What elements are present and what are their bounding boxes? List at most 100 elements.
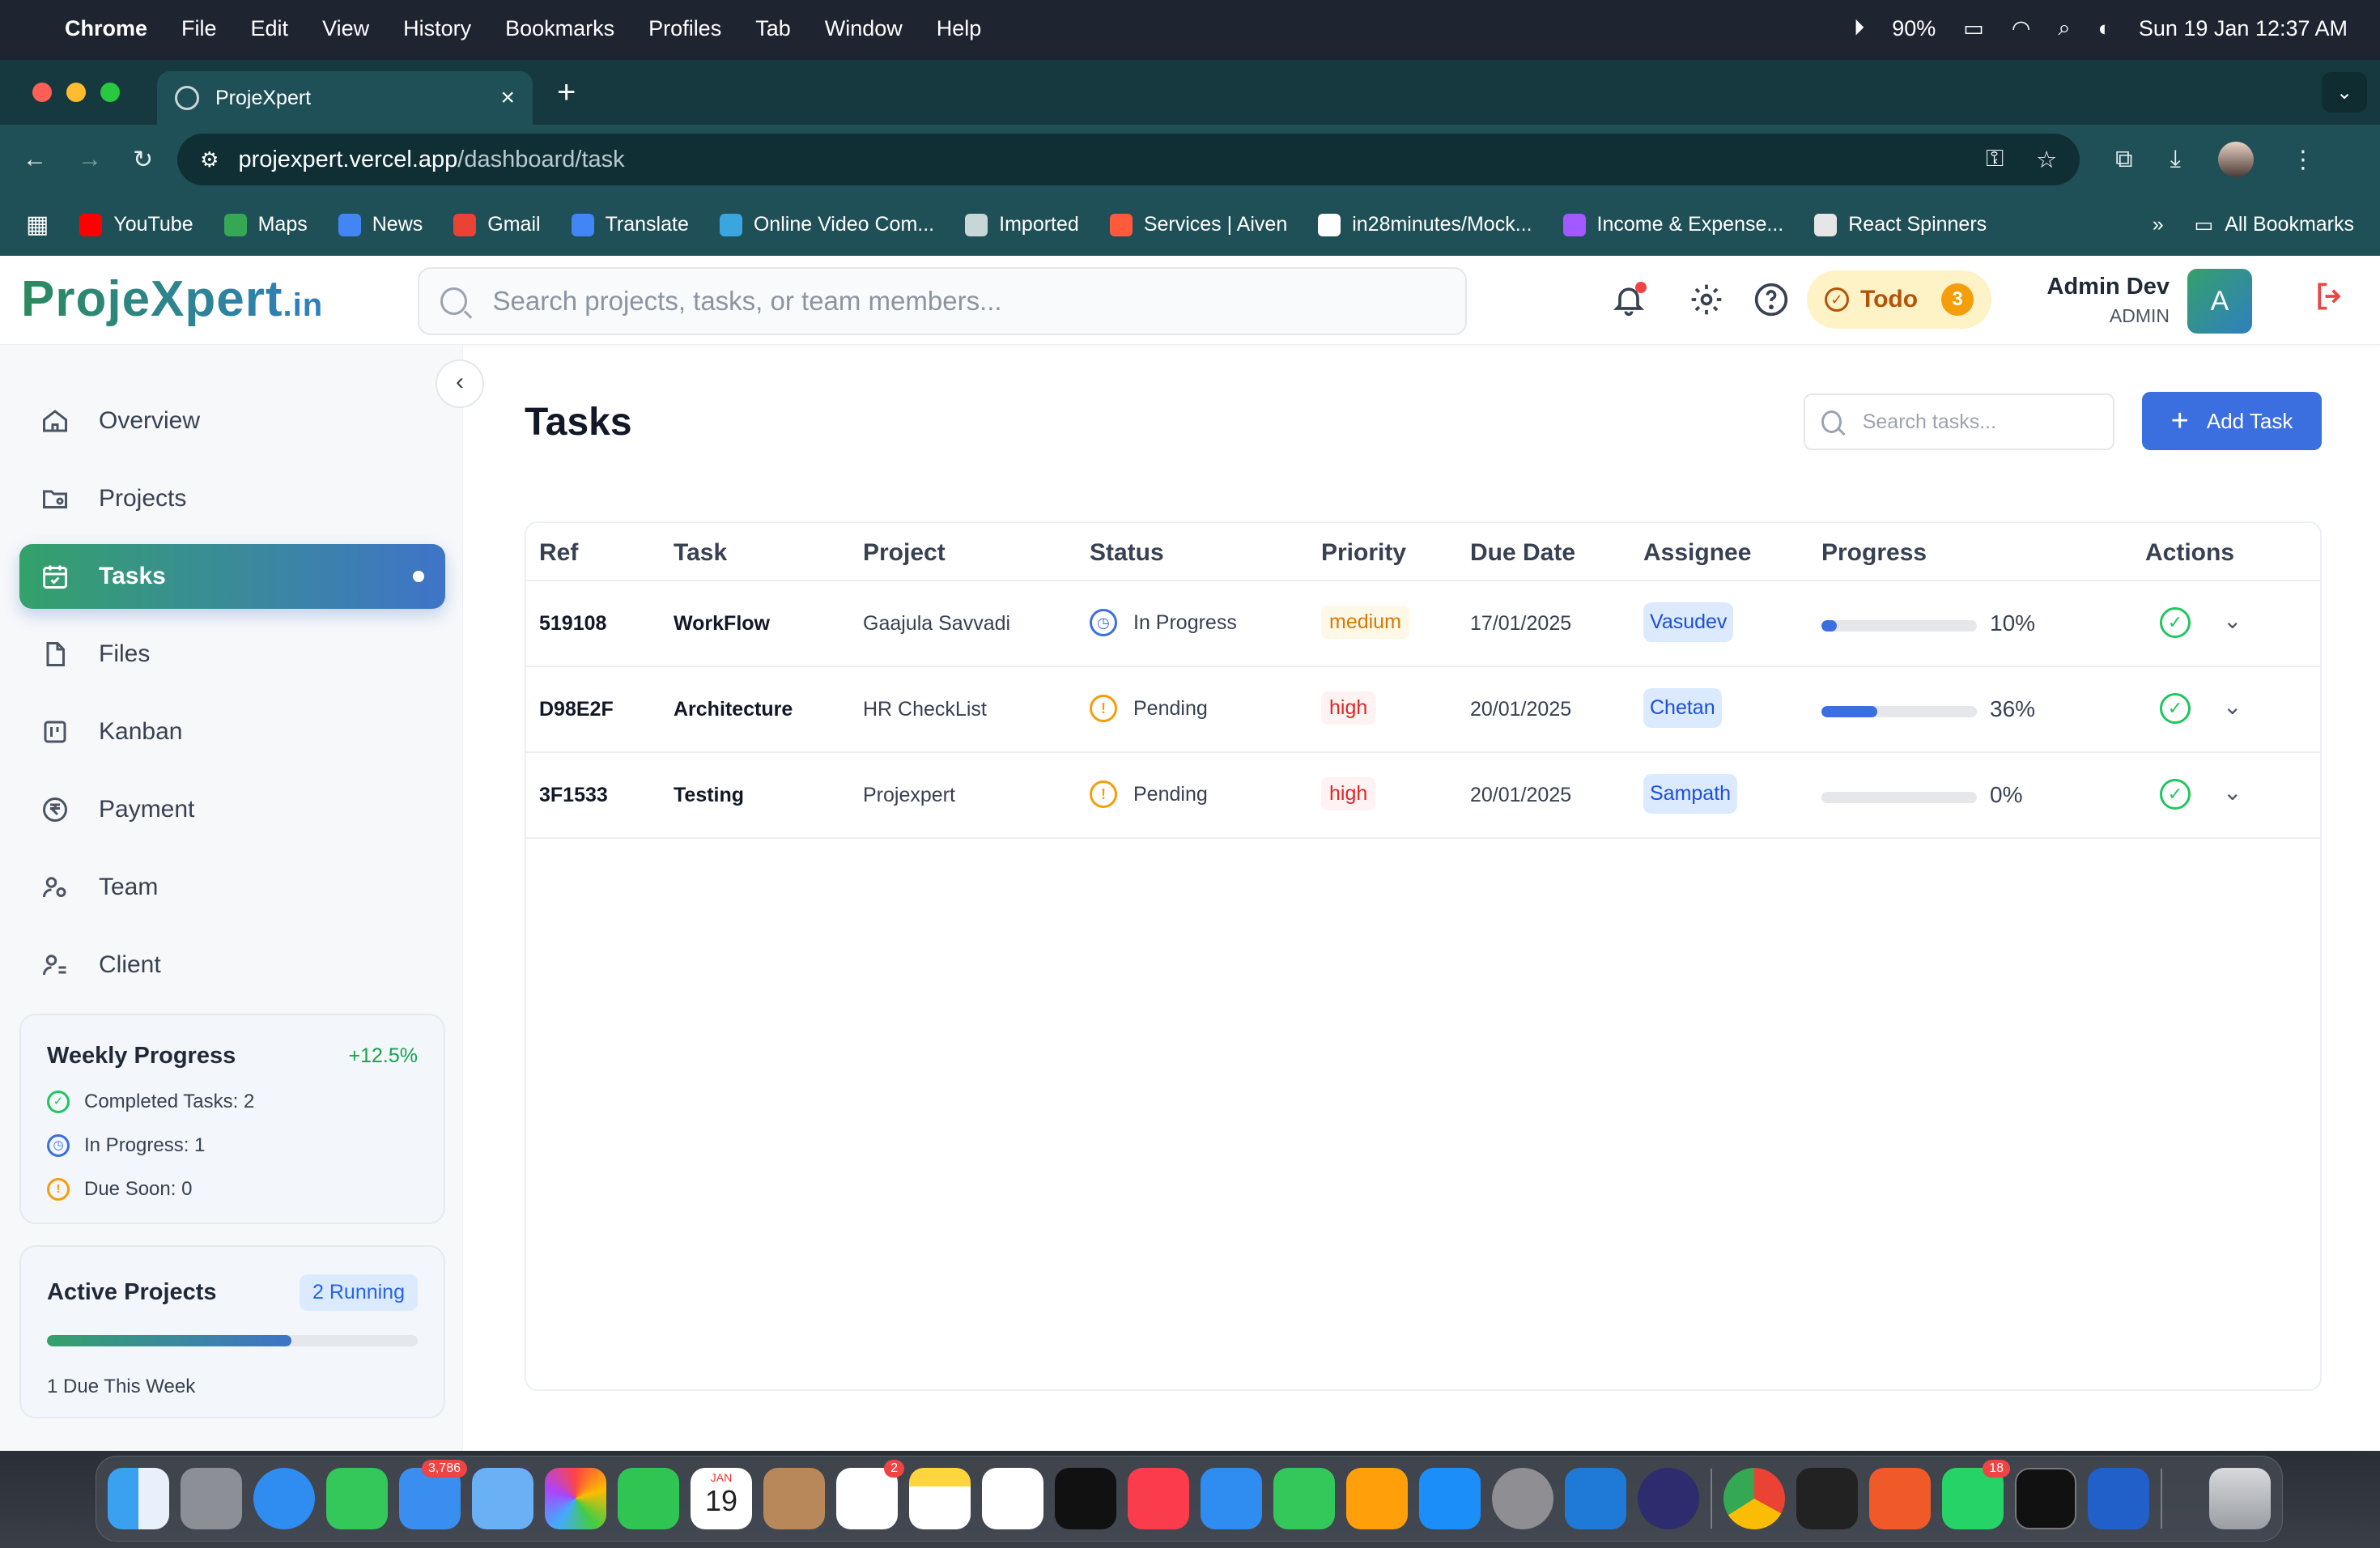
music-icon[interactable] <box>1128 1468 1189 1529</box>
messages-icon[interactable] <box>326 1468 388 1529</box>
settings-gear-icon[interactable] <box>1689 282 1724 317</box>
whatsapp-icon[interactable]: 18 <box>1942 1460 2010 1529</box>
col-status[interactable]: Status <box>1090 539 1164 567</box>
user-info[interactable]: Admin Dev ADMIN <box>2040 274 2170 327</box>
sidebar-item-kanban[interactable]: Kanban <box>19 700 445 764</box>
maps-app-icon[interactable] <box>472 1468 533 1529</box>
eclipse-icon[interactable] <box>1638 1468 1699 1529</box>
close-tab-icon[interactable]: × <box>500 84 515 112</box>
sidebar-item-client[interactable]: Client <box>19 933 445 997</box>
logout-icon[interactable] <box>2312 279 2348 323</box>
apps-grid-icon[interactable]: ▦ <box>26 211 49 239</box>
bookmark-figma[interactable]: Income & Expense... <box>1562 213 1783 236</box>
reload-icon[interactable]: ↻ <box>133 146 153 174</box>
bookmark-star-icon[interactable]: ☆ <box>2036 146 2057 174</box>
table-row[interactable]: 3F1533 Testing Projexpert ! Pending high… <box>526 753 2320 839</box>
complete-check-icon[interactable]: ✓ <box>2160 693 2191 724</box>
sidebar-item-payment[interactable]: Payment <box>19 777 445 842</box>
chevron-double-right-icon[interactable]: » <box>2153 213 2164 236</box>
browser-tab-active[interactable]: ProjeXpert × <box>157 71 533 125</box>
address-bar[interactable]: ⚙ projexpert.vercel.app/dashboard/task ⚿… <box>177 134 2080 185</box>
pages-icon[interactable] <box>1346 1468 1408 1529</box>
bookmark-youtube[interactable]: YouTube <box>79 213 193 236</box>
col-project[interactable]: Project <box>863 539 946 567</box>
apple-tv-icon[interactable] <box>1055 1468 1116 1529</box>
menu-edit[interactable]: Edit <box>251 16 289 41</box>
menu-view[interactable]: View <box>322 16 369 41</box>
profile-avatar[interactable] <box>2217 142 2254 177</box>
freeform-icon[interactable] <box>982 1468 1043 1529</box>
bookmark-news[interactable]: News <box>338 213 423 236</box>
collapse-sidebar-chevron-icon[interactable]: ‹ <box>436 359 484 408</box>
menu-tab[interactable]: Tab <box>755 16 791 41</box>
site-settings-icon[interactable]: ⚙ <box>200 147 219 172</box>
all-bookmarks-folder[interactable]: ▭ All Bookmarks <box>2195 213 2354 237</box>
password-key-icon[interactable]: ⚿ <box>1986 146 2004 174</box>
facetime-icon[interactable] <box>618 1468 679 1529</box>
photos-icon[interactable] <box>545 1468 606 1529</box>
col-assignee[interactable]: Assignee <box>1643 539 1751 567</box>
user-avatar[interactable]: A <box>2187 269 2252 334</box>
menu-file[interactable]: File <box>181 16 217 41</box>
battery-icon[interactable]: ▭ <box>1963 16 1984 41</box>
menu-help[interactable]: Help <box>937 16 982 41</box>
forward-arrow-icon[interactable]: → <box>78 146 102 174</box>
sidebar-item-tasks[interactable]: Tasks <box>19 544 445 609</box>
minimize-window-button[interactable] <box>66 83 86 102</box>
complete-check-icon[interactable]: ✓ <box>2160 779 2191 810</box>
table-row[interactable]: 519108 WorkFlow Gaajula Savvadi ◷ In Pro… <box>526 581 2320 667</box>
help-circle-icon[interactable] <box>1753 282 1789 317</box>
menu-window[interactable]: Window <box>825 16 903 41</box>
numbers-icon[interactable] <box>1273 1468 1335 1529</box>
back-arrow-icon[interactable]: ← <box>23 146 47 174</box>
add-task-button[interactable]: + Add Task <box>2142 392 2322 450</box>
bookmark-github[interactable]: in28minutes/Mock... <box>1318 213 1532 236</box>
spotlight-search-icon[interactable]: ⌕ <box>2058 15 2070 41</box>
sidebar-item-projects[interactable]: Projects <box>19 466 445 531</box>
unity-icon[interactable] <box>1796 1468 1858 1529</box>
app-logo[interactable]: ProjeXpert.in <box>21 270 323 328</box>
complete-check-icon[interactable]: ✓ <box>2160 607 2191 638</box>
extensions-icon[interactable]: ⧉ <box>2115 146 2132 173</box>
col-priority[interactable]: Priority <box>1321 539 1406 567</box>
wifi-icon[interactable]: ◠ <box>2012 16 2031 41</box>
col-progress[interactable]: Progress <box>1821 539 1927 567</box>
bookmark-translate[interactable]: Translate <box>571 213 689 236</box>
col-ref[interactable]: Ref <box>539 539 578 567</box>
bookmark-react-spinners[interactable]: React Spinners <box>1814 213 1987 236</box>
notes-icon[interactable] <box>909 1468 971 1529</box>
menu-app-name[interactable]: Chrome <box>65 16 147 41</box>
keynote-icon[interactable] <box>1201 1468 1262 1529</box>
chrome-icon[interactable] <box>1723 1468 1785 1529</box>
contacts-icon[interactable] <box>763 1468 825 1529</box>
launchpad-icon[interactable] <box>181 1468 242 1529</box>
global-search-input[interactable] <box>492 286 1444 317</box>
download-icon[interactable]: ⤓ <box>2170 146 2181 173</box>
sidebar-item-files[interactable]: Files <box>19 622 445 687</box>
postman-icon[interactable] <box>1869 1468 1931 1529</box>
bookmark-aiven[interactable]: Services | Aiven <box>1109 213 1287 236</box>
tab-search-dropdown-button[interactable]: ⌄ <box>2322 72 2367 113</box>
system-settings-icon[interactable] <box>1492 1468 1553 1529</box>
chevron-down-icon[interactable]: ⌄ <box>2223 693 2242 720</box>
app-store-icon[interactable] <box>1419 1468 1481 1529</box>
task-search-input[interactable] <box>1862 410 2097 434</box>
trash-icon[interactable] <box>2209 1468 2271 1529</box>
notification-bell-icon[interactable] <box>1611 282 1647 317</box>
chevron-down-icon[interactable]: ⌄ <box>2223 779 2242 806</box>
mail-icon[interactable]: 3,786 <box>399 1460 467 1529</box>
chevron-down-icon[interactable]: ⌄ <box>2223 607 2242 634</box>
word-preview-icon[interactable] <box>2088 1468 2149 1529</box>
col-task[interactable]: Task <box>674 539 727 567</box>
new-tab-button[interactable]: + <box>557 74 576 111</box>
bookmark-imported[interactable]: Imported <box>965 213 1079 236</box>
bookmark-online-video[interactable]: Online Video Com... <box>719 213 934 236</box>
media-play-icon[interactable]: ⏵ <box>1854 15 1865 41</box>
table-row[interactable]: D98E2F Architecture HR CheckList ! Pendi… <box>526 667 2320 753</box>
col-due-date[interactable]: Due Date <box>1470 539 1575 567</box>
control-center-icon[interactable]: ◐ <box>2098 16 2111 41</box>
bookmark-maps[interactable]: Maps <box>223 213 308 236</box>
sidebar-item-overview[interactable]: Overview <box>19 389 445 453</box>
chrome-menu-icon[interactable]: ⋮ <box>2291 146 2315 174</box>
menu-bookmarks[interactable]: Bookmarks <box>505 16 614 41</box>
